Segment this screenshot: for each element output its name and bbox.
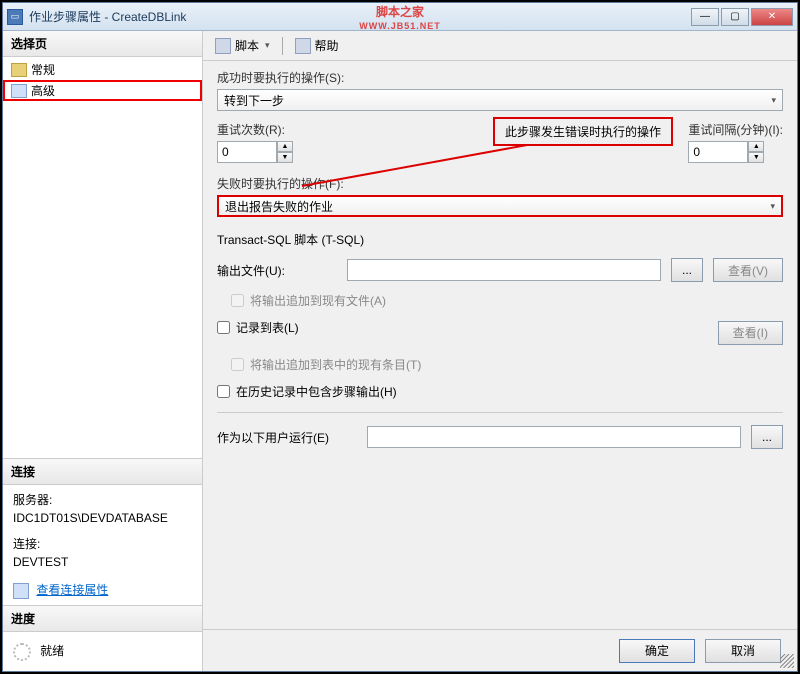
watermark-main: 脚本之家 bbox=[359, 5, 441, 19]
ok-button[interactable]: 确定 bbox=[619, 639, 695, 663]
separator bbox=[217, 412, 783, 413]
append-table-row: 将输出追加到表中的现有条目(T) bbox=[231, 356, 783, 373]
run-as-input[interactable] bbox=[367, 426, 741, 448]
view-output-button[interactable]: 查看(V) bbox=[713, 258, 783, 282]
retry-count-field[interactable] bbox=[217, 141, 277, 163]
append-file-label: 将输出追加到现有文件(A) bbox=[250, 292, 386, 309]
spin-up[interactable]: ▲ bbox=[748, 141, 764, 152]
browse-button[interactable]: ... bbox=[671, 258, 703, 282]
resize-grip[interactable] bbox=[780, 654, 794, 668]
help-label: 帮助 bbox=[315, 37, 339, 54]
connection-value: DEVTEST bbox=[13, 553, 192, 571]
toolbar: 脚本 帮助 bbox=[203, 31, 797, 61]
close-button[interactable]: ✕ bbox=[751, 8, 793, 26]
spin-down[interactable]: ▼ bbox=[748, 152, 764, 163]
retry-count-input[interactable]: ▲▼ bbox=[217, 141, 293, 163]
script-icon bbox=[215, 38, 231, 54]
main-panel: 脚本 帮助 成功时要执行的操作(S): 转到下一步 重试次数(R bbox=[203, 31, 797, 671]
spin-up[interactable]: ▲ bbox=[277, 141, 293, 152]
view-connection-link[interactable]: 查看连接属性 bbox=[13, 581, 192, 599]
append-file-checkbox bbox=[231, 294, 244, 307]
log-table-label: 记录到表(L) bbox=[236, 319, 299, 336]
sidebar-item-label: 高级 bbox=[31, 82, 55, 99]
append-file-row: 将输出追加到现有文件(A) bbox=[231, 292, 783, 309]
server-value: IDC1DT01S\DEVDATABASE bbox=[13, 509, 192, 527]
tsql-section-label: Transact-SQL 脚本 (T-SQL) bbox=[217, 231, 783, 248]
success-action-label: 成功时要执行的操作(S): bbox=[217, 69, 783, 86]
script-label: 脚本 bbox=[235, 37, 259, 54]
output-file-input[interactable] bbox=[347, 259, 661, 281]
dialog-footer: 确定 取消 bbox=[203, 629, 797, 671]
minimize-button[interactable]: — bbox=[691, 8, 719, 26]
connection-label: 连接: bbox=[13, 535, 192, 553]
watermark-sub: WWW.JB51.NET bbox=[359, 19, 441, 33]
progress-header: 进度 bbox=[3, 606, 202, 632]
watermark: 脚本之家 WWW.JB51.NET bbox=[359, 5, 441, 33]
sidebar-item-label: 常规 bbox=[31, 61, 55, 78]
help-button[interactable]: 帮助 bbox=[291, 35, 343, 56]
log-table-checkbox[interactable] bbox=[217, 321, 230, 334]
fail-action-dropdown[interactable]: 退出报告失败的作业 bbox=[217, 195, 783, 217]
callout-text: 此步骤发生错误时执行的操作 bbox=[505, 125, 661, 139]
sidebar: 选择页 常规 高级 连接 服务器: IDC1DT01S\DEVDATABASE bbox=[3, 31, 203, 671]
sidebar-item-general[interactable]: 常规 bbox=[3, 59, 202, 80]
maximize-button[interactable]: ▢ bbox=[721, 8, 749, 26]
output-file-label: 输出文件(U): bbox=[217, 262, 337, 279]
append-table-label: 将输出追加到表中的现有条目(T) bbox=[250, 356, 421, 373]
connection-icon bbox=[13, 583, 29, 599]
run-as-browse-button[interactable]: ... bbox=[751, 425, 783, 449]
retry-count-label: 重试次数(R): bbox=[217, 121, 293, 138]
select-page-header: 选择页 bbox=[3, 31, 202, 57]
success-action-value: 转到下一步 bbox=[224, 92, 284, 109]
append-table-checkbox bbox=[231, 358, 244, 371]
spin-down[interactable]: ▼ bbox=[277, 152, 293, 163]
retry-interval-label: 重试间隔(分钟)(I): bbox=[688, 121, 783, 138]
retry-interval-input[interactable]: ▲▼ bbox=[688, 141, 783, 163]
fail-action-value: 退出报告失败的作业 bbox=[225, 198, 333, 215]
retry-interval-field[interactable] bbox=[688, 141, 748, 163]
toolbar-separator bbox=[282, 37, 283, 55]
page-icon bbox=[11, 84, 27, 98]
history-checkbox[interactable] bbox=[217, 385, 230, 398]
folder-icon bbox=[11, 63, 27, 77]
fail-action-label: 失败时要执行的操作(F): bbox=[217, 175, 783, 192]
view-connection-text[interactable]: 查看连接属性 bbox=[36, 583, 108, 597]
error-callout: 此步骤发生错误时执行的操作 bbox=[493, 117, 673, 146]
server-label: 服务器: bbox=[13, 491, 192, 509]
connection-header: 连接 bbox=[3, 459, 202, 485]
app-icon: ▭ bbox=[7, 9, 23, 25]
progress-value: 就绪 bbox=[40, 644, 64, 658]
history-label: 在历史记录中包含步骤输出(H) bbox=[236, 383, 397, 400]
cancel-button[interactable]: 取消 bbox=[705, 639, 781, 663]
progress-icon bbox=[13, 643, 31, 661]
dialog-window: ▭ 作业步骤属性 - CreateDBLink — ▢ ✕ 脚本之家 WWW.J… bbox=[2, 2, 798, 672]
view-table-button[interactable]: 查看(I) bbox=[718, 321, 783, 345]
script-button[interactable]: 脚本 bbox=[211, 35, 274, 56]
sidebar-item-advanced[interactable]: 高级 bbox=[3, 80, 202, 101]
run-as-label: 作为以下用户运行(E) bbox=[217, 429, 357, 446]
success-action-dropdown[interactable]: 转到下一步 bbox=[217, 89, 783, 111]
content-area: 成功时要执行的操作(S): 转到下一步 重试次数(R): ▲▼ 此步 bbox=[203, 61, 797, 629]
help-icon bbox=[295, 38, 311, 54]
